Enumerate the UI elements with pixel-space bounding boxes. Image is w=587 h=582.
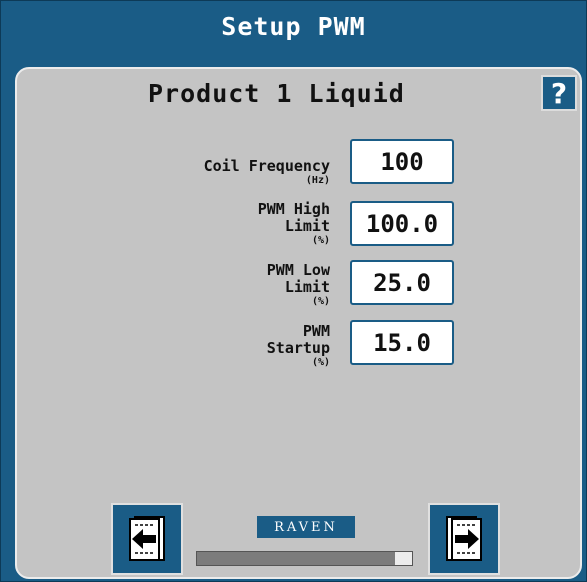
pwm-low-limit-input[interactable]: 25.0 [350, 260, 454, 305]
title-bar: Setup PWM [1, 1, 586, 51]
help-icon: ? [550, 76, 568, 110]
coil-frequency-label: Coil Frequency (Hz) [203, 157, 330, 187]
pwm-startup-unit: (%) [311, 357, 330, 368]
help-button[interactable]: ? [541, 75, 577, 111]
pwm-startup-input[interactable]: 15.0 [350, 320, 454, 365]
pwm-high-limit-unit: (%) [311, 235, 330, 246]
pwm-low-limit-label: PWM Low Limit (%) [266, 261, 330, 308]
pwm-startup-label: PWM Startup (%) [266, 322, 330, 369]
pwm-high-limit-label: PWM High Limit (%) [257, 200, 330, 247]
pwm-low-limit-unit: (%) [311, 296, 330, 307]
page-progress-bar [196, 551, 413, 566]
coil-frequency-input[interactable]: 100 [350, 139, 454, 184]
page-forward-arrow-icon [446, 516, 482, 561]
app-window: Setup PWM Product 1 Liquid ? Coil Freque… [0, 0, 587, 582]
window-title: Setup PWM [221, 11, 366, 41]
coil-frequency-unit: (Hz) [305, 175, 330, 186]
settings-panel: Product 1 Liquid ? Coil Frequency (Hz) 1… [15, 67, 582, 579]
panel-heading: Product 1 Liquid [148, 79, 405, 108]
page-back-arrow-icon [129, 516, 165, 561]
page-progress-fill [197, 552, 395, 565]
raven-logo: RAVEN [257, 516, 355, 538]
pwm-high-limit-input[interactable]: 100.0 [350, 201, 454, 246]
next-button[interactable] [428, 503, 500, 575]
back-button[interactable] [111, 503, 183, 575]
